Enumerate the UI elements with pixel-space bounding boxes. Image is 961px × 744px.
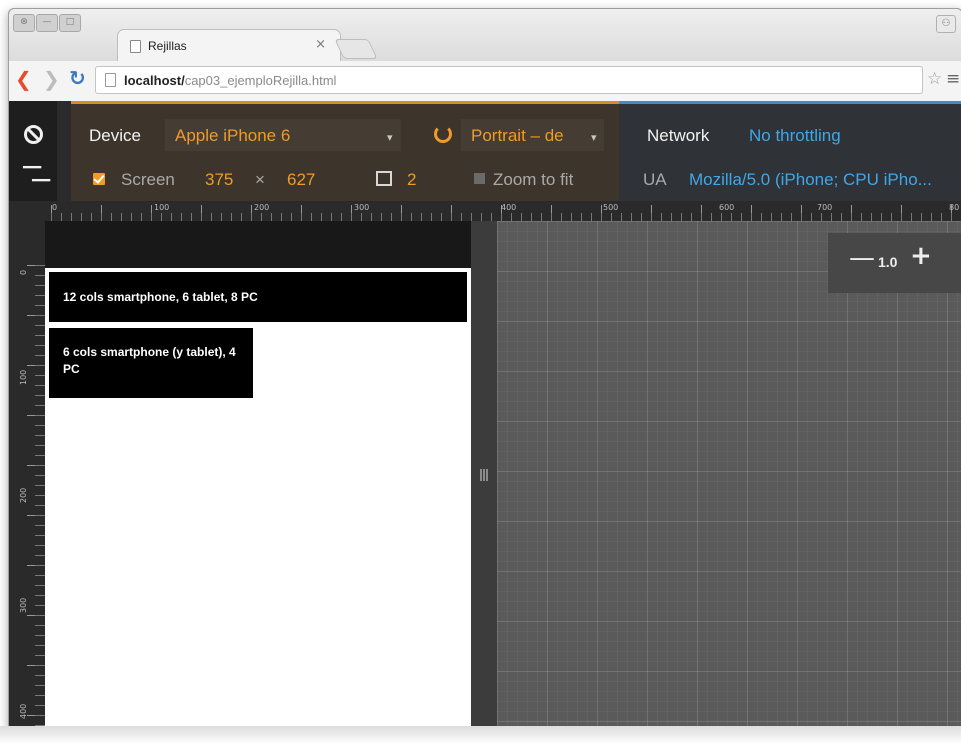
ruler-label: 0 xyxy=(19,269,28,275)
ruler-label: 300 xyxy=(19,597,28,613)
zoom-in-button[interactable]: + xyxy=(910,243,932,269)
device-accent-line xyxy=(71,101,619,104)
ruler-label: 0 xyxy=(52,203,58,212)
horizontal-ruler: 0 100 200 300 400 500 600 700 80 xyxy=(9,201,961,221)
ruler-label: 300 xyxy=(354,203,370,212)
zoom-control: — 1.0 + xyxy=(828,233,961,293)
zoom-to-fit-label: Zoom to fit xyxy=(493,170,574,189)
ruler-label: 200 xyxy=(254,203,270,212)
minimize-window-button[interactable]: — xyxy=(36,14,58,32)
device-emulation-toolbar: ▔▔ ▔▔ Device Apple iPhone 6 ▾ Portrait –… xyxy=(9,101,961,201)
device-label: Device xyxy=(89,126,141,145)
url-text: localhost/cap03_ejemploRejilla.html xyxy=(124,73,336,88)
ruler-label: 80 xyxy=(949,203,960,212)
browser-window: ⊗ — □ Rejillas × ⚇ ❮ ❯ ↻ localhost/cap03… xyxy=(8,8,961,728)
tab-title: Rejillas xyxy=(148,39,187,53)
emulation-side-strip: ▔▔ ▔▔ xyxy=(9,101,57,201)
ruler-label: 400 xyxy=(501,203,517,212)
user-agent-input[interactable]: Mozilla/5.0 (iPhone; CPU iPho... xyxy=(689,170,932,190)
ruler-label: 100 xyxy=(19,369,28,385)
title-bar: ⊗ — □ Rejillas × ⚇ xyxy=(9,9,961,62)
window-controls: ⊗ — □ xyxy=(13,14,81,32)
chevron-down-icon: ▾ xyxy=(387,132,393,144)
browser-tab[interactable]: Rejillas × xyxy=(117,29,341,62)
disable-emulation-icon[interactable] xyxy=(24,125,43,144)
canvas-grid-background xyxy=(497,221,961,727)
bookmark-star-icon[interactable]: ☆ xyxy=(927,70,942,88)
rotate-icon[interactable] xyxy=(434,125,452,143)
forward-arrow-icon[interactable]: ❯ xyxy=(43,69,60,89)
chevron-down-icon: ▾ xyxy=(591,132,597,144)
url-host: localhost/ xyxy=(124,73,185,88)
url-path: cap03_ejemploRejilla.html xyxy=(184,73,337,88)
ua-label: UA xyxy=(643,170,667,189)
page-icon xyxy=(105,73,116,87)
screen-height-input[interactable]: 627 xyxy=(287,170,315,190)
back-arrow-icon[interactable]: ❮ xyxy=(15,69,32,89)
close-window-button[interactable]: ⊗ xyxy=(13,14,35,32)
zoom-to-fit-checkbox[interactable] xyxy=(474,173,485,184)
device-pixel-ratio-input[interactable]: 2 xyxy=(407,170,416,190)
reload-icon[interactable]: ↻ xyxy=(69,67,86,89)
zoom-level: 1.0 xyxy=(878,254,898,270)
screen-checkbox[interactable] xyxy=(93,173,105,185)
ruler-label: 400 xyxy=(19,703,28,719)
orientation-select-value: Portrait – de xyxy=(471,126,564,145)
ruler-label: 200 xyxy=(19,487,28,503)
grid-box-12-cols: 12 cols smartphone, 6 tablet, 8 PC xyxy=(49,272,467,322)
profile-icon[interactable]: ⚇ xyxy=(936,15,956,33)
window-shadow xyxy=(0,726,961,744)
viewport-top-area xyxy=(45,221,471,268)
device-select-value: Apple iPhone 6 xyxy=(175,126,291,145)
media-query-icon[interactable]: ▔▔ ▔▔ xyxy=(23,168,50,196)
viewport-resize-handle[interactable] xyxy=(471,221,497,727)
grid-box-6-cols: 6 cols smartphone (y tablet), 4 PC xyxy=(49,328,253,398)
address-bar: ❮ ❯ ↻ localhost/cap03_ejemploRejilla.htm… xyxy=(9,61,961,102)
url-input[interactable]: localhost/cap03_ejemploRejilla.html xyxy=(95,66,923,94)
zoom-out-button[interactable]: — xyxy=(849,245,875,271)
device-pixel-ratio-icon xyxy=(376,171,392,186)
network-select-value[interactable]: No throttling xyxy=(749,126,841,146)
network-accent-line xyxy=(619,101,961,104)
dimension-separator: × xyxy=(255,170,265,189)
grip-icon xyxy=(480,469,488,481)
ruler-label: 700 xyxy=(817,203,833,212)
vertical-ruler: 0 100 200 300 400 xyxy=(9,221,45,727)
screen-label: Screen xyxy=(121,170,175,189)
tab-close-icon[interactable]: × xyxy=(315,37,326,52)
screen-width-input[interactable]: 375 xyxy=(205,170,233,190)
network-label: Network xyxy=(647,126,710,145)
menu-icon[interactable]: ≡ xyxy=(946,70,960,88)
ruler-label: 500 xyxy=(603,203,619,212)
ruler-label: 600 xyxy=(719,203,735,212)
emulated-page: 12 cols smartphone, 6 tablet, 8 PC 6 col… xyxy=(45,268,471,727)
page-icon xyxy=(130,40,141,53)
maximize-window-button[interactable]: □ xyxy=(59,14,81,32)
ruler-label: 100 xyxy=(154,203,170,212)
